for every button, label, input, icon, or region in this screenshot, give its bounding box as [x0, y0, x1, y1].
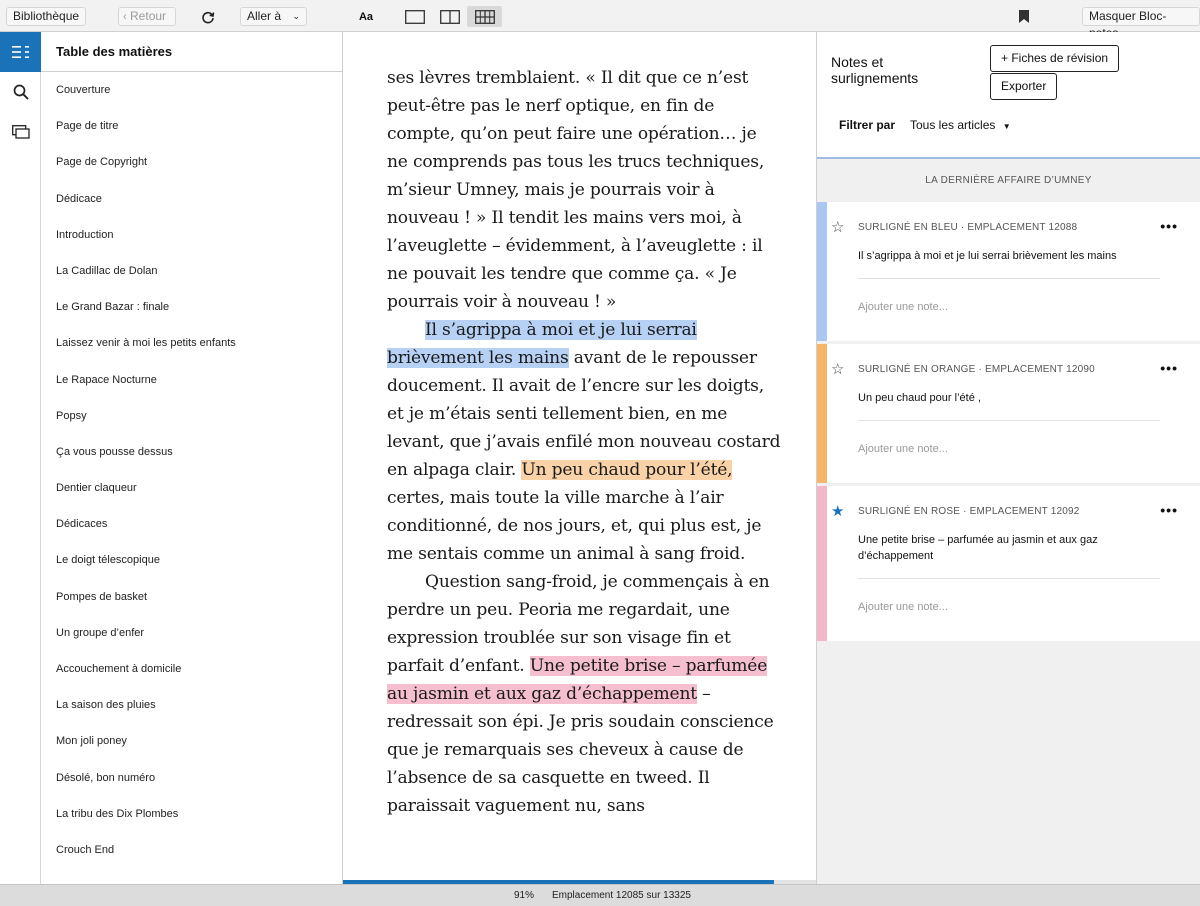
filter-value: Tous les articles [910, 118, 996, 132]
search-icon [13, 84, 29, 100]
goto-label: Aller à [247, 9, 282, 23]
paragraph: ses lèvres tremblaient. « Il dit que ce … [387, 64, 782, 316]
reading-location: Emplacement 12085 sur 13325 [552, 890, 691, 901]
toc-item[interactable]: Désolé, bon numéro [41, 760, 342, 796]
highlight-text: Une petite brise – parfumée au jasmin et… [858, 534, 1098, 562]
back-label: Retour [130, 9, 167, 23]
chevron-left-icon: ‹ [123, 11, 127, 23]
more-icon[interactable]: ••• [1160, 360, 1178, 376]
star-filled-icon[interactable]: ★ [831, 504, 844, 519]
toc-item[interactable]: Ça vous pousse dessus [41, 434, 342, 470]
book-page: ses lèvres tremblaient. « Il dit que ce … [387, 64, 782, 820]
star-icon[interactable]: ☆ [831, 220, 844, 235]
toc-list: Couverture Page de titre Page de Copyrig… [41, 72, 342, 868]
reading-pane: ses lèvres tremblaient. « Il dit que ce … [343, 32, 817, 884]
add-note-input[interactable]: Ajouter une note... [858, 601, 948, 613]
book-title: LA DERNIÈRE AFFAIRE D’UMNEY [925, 175, 1092, 186]
toc-item[interactable]: Page de Copyright [41, 144, 342, 180]
more-icon[interactable]: ••• [1160, 218, 1178, 234]
export-button[interactable]: Exporter [990, 73, 1058, 100]
divider [858, 278, 1160, 279]
toc-item[interactable]: Mon joli poney [41, 723, 342, 759]
toc-item[interactable]: Popsy [41, 398, 342, 434]
highlight-text: Il s’agrippa à moi et je lui serrai briè… [858, 250, 1117, 262]
toc-title: Table des matières [41, 32, 342, 72]
flashcards-rail-button[interactable] [0, 112, 41, 152]
toc-item[interactable]: Pompes de basket [41, 579, 342, 615]
toc-item[interactable]: La Cadillac de Dolan [41, 253, 342, 289]
toc-item[interactable]: Crouch End [41, 832, 342, 868]
add-note-input[interactable]: Ajouter une note... [858, 301, 948, 313]
flashcards-button[interactable]: + Fiches de révision [990, 45, 1120, 72]
toc-item[interactable]: Dédicace [41, 181, 342, 217]
paragraph: Il s’agrippa à moi et je lui serrai briè… [387, 316, 782, 568]
two-column-button[interactable] [432, 6, 467, 27]
highlight-orange[interactable]: Un peu chaud pour l’été, [521, 460, 733, 480]
back-button[interactable]: ‹ Retour [118, 7, 176, 26]
star-icon[interactable]: ☆ [831, 362, 844, 377]
toc-item[interactable]: Accouchement à domicile [41, 651, 342, 687]
two-column-icon [439, 9, 460, 24]
divider [858, 420, 1160, 421]
toc-item[interactable]: Le doigt télescopique [41, 542, 342, 578]
toc-rail-button[interactable] [0, 32, 41, 72]
highlight-text: Un peu chaud pour l’été , [858, 392, 981, 404]
toc-item[interactable]: Couverture [41, 72, 342, 108]
layout-switcher [397, 6, 502, 27]
highlight-card[interactable]: ☆ SURLIGNÉ EN BLEU · EMPLACEMENT 12088 •… [817, 202, 1200, 341]
toc-item[interactable]: Introduction [41, 217, 342, 253]
notes-header: Notes et surlignements + Fiches de révis… [817, 32, 1200, 159]
chevron-down-icon: ⌄ [292, 11, 300, 21]
divider [858, 578, 1160, 579]
caret-down-icon: ▼ [1002, 122, 1011, 131]
highlight-card[interactable]: ★ SURLIGNÉ EN ROSE · EMPLACEMENT 12092 •… [817, 486, 1200, 641]
notes-panel: Notes et surlignements + Fiches de révis… [817, 32, 1200, 884]
toc-item[interactable]: Le Grand Bazar : finale [41, 289, 342, 325]
page-grid-icon [474, 9, 495, 24]
toc-item[interactable]: La saison des pluies [41, 687, 342, 723]
highlight-color-bar [817, 344, 827, 483]
highlight-card[interactable]: ☆ SURLIGNÉ EN ORANGE · EMPLACEMENT 12090… [817, 344, 1200, 483]
highlight-meta: SURLIGNÉ EN ROSE · EMPLACEMENT 12092 [858, 506, 1080, 517]
add-note-input[interactable]: Ajouter une note... [858, 443, 948, 455]
top-toolbar: Bibliothèque ‹ Retour Aller à ⌄ Aa Masqu… [0, 0, 1200, 40]
toc-item[interactable]: La tribu des Dix Plombes [41, 796, 342, 832]
hide-notebook-button[interactable]: Masquer Bloc-notes [1082, 7, 1200, 40]
single-column-button[interactable] [397, 6, 432, 27]
toc-item[interactable]: Dentier claqueur [41, 470, 342, 506]
highlight-meta: SURLIGNÉ EN BLEU · EMPLACEMENT 12088 [858, 222, 1078, 233]
toc-item[interactable]: Un groupe d’enfer [41, 615, 342, 651]
toc-item[interactable]: Le Rapace Nocturne [41, 362, 342, 398]
font-settings-button[interactable]: Aa [356, 7, 376, 26]
more-icon[interactable]: ••• [1160, 502, 1178, 518]
highlight-color-bar [817, 202, 827, 341]
toc-item[interactable]: Laissez venir à moi les petits enfants [41, 325, 342, 361]
search-rail-button[interactable] [0, 72, 41, 112]
highlight-color-bar [817, 486, 827, 641]
library-button[interactable]: Bibliothèque [6, 7, 87, 26]
status-bar: 91% Emplacement 12085 sur 13325 [0, 884, 1200, 906]
highlight-meta: SURLIGNÉ EN ORANGE · EMPLACEMENT 12090 [858, 364, 1095, 375]
page-grid-button[interactable] [467, 6, 502, 27]
single-column-icon [404, 9, 425, 24]
toc-icon [11, 46, 29, 58]
toc-item[interactable]: Dédicaces [41, 506, 342, 542]
toc-panel: Table des matières Couverture Page de ti… [41, 32, 343, 884]
filter-dropdown[interactable]: Tous les articles ▼ [910, 118, 1011, 132]
goto-dropdown[interactable]: Aller à ⌄ [240, 7, 307, 26]
paragraph: Question sang-froid, je commençais à en … [387, 568, 782, 820]
filter-label: Filtrer par [839, 118, 896, 132]
notes-title: Notes et surlignements [831, 54, 919, 86]
paragraph-text: ses lèvres tremblaient. « Il dit que ce … [387, 68, 765, 312]
sync-icon[interactable] [199, 7, 217, 26]
bookmark-icon[interactable] [1017, 7, 1031, 26]
reading-percent: 91% [514, 890, 535, 901]
toc-item[interactable]: Page de titre [41, 108, 342, 144]
flashcards-icon [11, 125, 30, 139]
paragraph-text: certes, mais toute la ville marche à l’a… [387, 488, 762, 564]
left-rail [0, 32, 41, 884]
